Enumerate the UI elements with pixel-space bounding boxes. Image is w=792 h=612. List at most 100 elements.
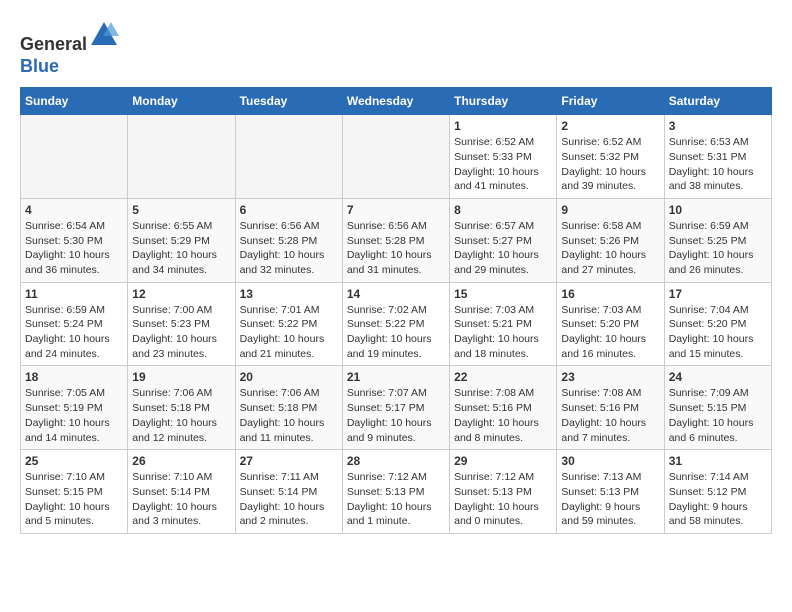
day-info: Sunrise: 7:12 AM Sunset: 5:13 PM Dayligh… <box>347 470 445 529</box>
day-info: Sunrise: 6:59 AM Sunset: 5:25 PM Dayligh… <box>669 219 767 278</box>
day-info: Sunrise: 7:07 AM Sunset: 5:17 PM Dayligh… <box>347 386 445 445</box>
calendar-cell <box>128 115 235 199</box>
day-number: 6 <box>240 203 338 217</box>
day-info: Sunrise: 7:05 AM Sunset: 5:19 PM Dayligh… <box>25 386 123 445</box>
day-info: Sunrise: 7:10 AM Sunset: 5:15 PM Dayligh… <box>25 470 123 529</box>
weekday-header: Thursday <box>450 88 557 115</box>
day-info: Sunrise: 7:03 AM Sunset: 5:21 PM Dayligh… <box>454 303 552 362</box>
calendar-cell: 9 Sunrise: 6:58 AM Sunset: 5:26 PM Dayli… <box>557 198 664 282</box>
day-number: 24 <box>669 370 767 384</box>
day-number: 19 <box>132 370 230 384</box>
day-info: Sunrise: 7:04 AM Sunset: 5:20 PM Dayligh… <box>669 303 767 362</box>
calendar-cell: 5 Sunrise: 6:55 AM Sunset: 5:29 PM Dayli… <box>128 198 235 282</box>
day-number: 29 <box>454 454 552 468</box>
day-number: 20 <box>240 370 338 384</box>
calendar-cell: 4 Sunrise: 6:54 AM Sunset: 5:30 PM Dayli… <box>21 198 128 282</box>
calendar-week: 18 Sunrise: 7:05 AM Sunset: 5:19 PM Dayl… <box>21 366 772 450</box>
calendar-cell: 3 Sunrise: 6:53 AM Sunset: 5:31 PM Dayli… <box>664 115 771 199</box>
day-number: 26 <box>132 454 230 468</box>
day-number: 18 <box>25 370 123 384</box>
day-number: 10 <box>669 203 767 217</box>
day-info: Sunrise: 6:57 AM Sunset: 5:27 PM Dayligh… <box>454 219 552 278</box>
logo-icon <box>89 20 119 50</box>
calendar-cell: 21 Sunrise: 7:07 AM Sunset: 5:17 PM Dayl… <box>342 366 449 450</box>
calendar-cell: 26 Sunrise: 7:10 AM Sunset: 5:14 PM Dayl… <box>128 450 235 534</box>
calendar-week: 11 Sunrise: 6:59 AM Sunset: 5:24 PM Dayl… <box>21 282 772 366</box>
day-info: Sunrise: 6:54 AM Sunset: 5:30 PM Dayligh… <box>25 219 123 278</box>
day-info: Sunrise: 7:13 AM Sunset: 5:13 PM Dayligh… <box>561 470 659 529</box>
day-number: 1 <box>454 119 552 133</box>
day-number: 3 <box>669 119 767 133</box>
day-number: 16 <box>561 287 659 301</box>
calendar-cell: 27 Sunrise: 7:11 AM Sunset: 5:14 PM Dayl… <box>235 450 342 534</box>
day-info: Sunrise: 7:12 AM Sunset: 5:13 PM Dayligh… <box>454 470 552 529</box>
day-info: Sunrise: 6:55 AM Sunset: 5:29 PM Dayligh… <box>132 219 230 278</box>
day-info: Sunrise: 7:03 AM Sunset: 5:20 PM Dayligh… <box>561 303 659 362</box>
day-info: Sunrise: 7:06 AM Sunset: 5:18 PM Dayligh… <box>132 386 230 445</box>
calendar-cell: 10 Sunrise: 6:59 AM Sunset: 5:25 PM Dayl… <box>664 198 771 282</box>
day-number: 11 <box>25 287 123 301</box>
day-number: 14 <box>347 287 445 301</box>
day-number: 31 <box>669 454 767 468</box>
calendar-cell: 31 Sunrise: 7:14 AM Sunset: 5:12 PM Dayl… <box>664 450 771 534</box>
calendar-cell: 22 Sunrise: 7:08 AM Sunset: 5:16 PM Dayl… <box>450 366 557 450</box>
calendar-cell: 6 Sunrise: 6:56 AM Sunset: 5:28 PM Dayli… <box>235 198 342 282</box>
day-number: 23 <box>561 370 659 384</box>
day-number: 7 <box>347 203 445 217</box>
calendar-cell: 1 Sunrise: 6:52 AM Sunset: 5:33 PM Dayli… <box>450 115 557 199</box>
weekday-header: Sunday <box>21 88 128 115</box>
calendar-cell: 20 Sunrise: 7:06 AM Sunset: 5:18 PM Dayl… <box>235 366 342 450</box>
day-info: Sunrise: 6:52 AM Sunset: 5:32 PM Dayligh… <box>561 135 659 194</box>
day-number: 25 <box>25 454 123 468</box>
day-info: Sunrise: 7:14 AM Sunset: 5:12 PM Dayligh… <box>669 470 767 529</box>
day-number: 28 <box>347 454 445 468</box>
weekday-header: Monday <box>128 88 235 115</box>
day-number: 9 <box>561 203 659 217</box>
day-number: 12 <box>132 287 230 301</box>
day-number: 4 <box>25 203 123 217</box>
calendar-cell: 25 Sunrise: 7:10 AM Sunset: 5:15 PM Dayl… <box>21 450 128 534</box>
page-header: General Blue <box>20 20 772 77</box>
weekday-header: Friday <box>557 88 664 115</box>
day-number: 17 <box>669 287 767 301</box>
calendar-cell: 28 Sunrise: 7:12 AM Sunset: 5:13 PM Dayl… <box>342 450 449 534</box>
calendar-cell: 14 Sunrise: 7:02 AM Sunset: 5:22 PM Dayl… <box>342 282 449 366</box>
day-info: Sunrise: 6:59 AM Sunset: 5:24 PM Dayligh… <box>25 303 123 362</box>
calendar-cell <box>342 115 449 199</box>
logo: General Blue <box>20 20 119 77</box>
calendar-cell <box>235 115 342 199</box>
day-info: Sunrise: 7:08 AM Sunset: 5:16 PM Dayligh… <box>561 386 659 445</box>
day-number: 13 <box>240 287 338 301</box>
calendar-week: 4 Sunrise: 6:54 AM Sunset: 5:30 PM Dayli… <box>21 198 772 282</box>
day-info: Sunrise: 7:06 AM Sunset: 5:18 PM Dayligh… <box>240 386 338 445</box>
calendar-cell: 19 Sunrise: 7:06 AM Sunset: 5:18 PM Dayl… <box>128 366 235 450</box>
day-info: Sunrise: 6:56 AM Sunset: 5:28 PM Dayligh… <box>240 219 338 278</box>
calendar-cell: 2 Sunrise: 6:52 AM Sunset: 5:32 PM Dayli… <box>557 115 664 199</box>
day-number: 15 <box>454 287 552 301</box>
calendar-cell: 16 Sunrise: 7:03 AM Sunset: 5:20 PM Dayl… <box>557 282 664 366</box>
day-number: 5 <box>132 203 230 217</box>
day-info: Sunrise: 7:01 AM Sunset: 5:22 PM Dayligh… <box>240 303 338 362</box>
calendar-cell: 24 Sunrise: 7:09 AM Sunset: 5:15 PM Dayl… <box>664 366 771 450</box>
day-info: Sunrise: 6:58 AM Sunset: 5:26 PM Dayligh… <box>561 219 659 278</box>
day-number: 21 <box>347 370 445 384</box>
day-info: Sunrise: 7:09 AM Sunset: 5:15 PM Dayligh… <box>669 386 767 445</box>
calendar-cell: 29 Sunrise: 7:12 AM Sunset: 5:13 PM Dayl… <box>450 450 557 534</box>
calendar-week: 1 Sunrise: 6:52 AM Sunset: 5:33 PM Dayli… <box>21 115 772 199</box>
calendar-cell: 13 Sunrise: 7:01 AM Sunset: 5:22 PM Dayl… <box>235 282 342 366</box>
day-number: 27 <box>240 454 338 468</box>
calendar-cell: 15 Sunrise: 7:03 AM Sunset: 5:21 PM Dayl… <box>450 282 557 366</box>
day-info: Sunrise: 6:53 AM Sunset: 5:31 PM Dayligh… <box>669 135 767 194</box>
weekday-header: Wednesday <box>342 88 449 115</box>
calendar-cell: 23 Sunrise: 7:08 AM Sunset: 5:16 PM Dayl… <box>557 366 664 450</box>
day-number: 30 <box>561 454 659 468</box>
calendar-table: SundayMondayTuesdayWednesdayThursdayFrid… <box>20 87 772 534</box>
header-row: SundayMondayTuesdayWednesdayThursdayFrid… <box>21 88 772 115</box>
logo-blue: Blue <box>20 56 59 76</box>
weekday-header: Saturday <box>664 88 771 115</box>
day-info: Sunrise: 7:00 AM Sunset: 5:23 PM Dayligh… <box>132 303 230 362</box>
calendar-cell: 18 Sunrise: 7:05 AM Sunset: 5:19 PM Dayl… <box>21 366 128 450</box>
day-info: Sunrise: 6:52 AM Sunset: 5:33 PM Dayligh… <box>454 135 552 194</box>
calendar-cell: 8 Sunrise: 6:57 AM Sunset: 5:27 PM Dayli… <box>450 198 557 282</box>
day-number: 8 <box>454 203 552 217</box>
